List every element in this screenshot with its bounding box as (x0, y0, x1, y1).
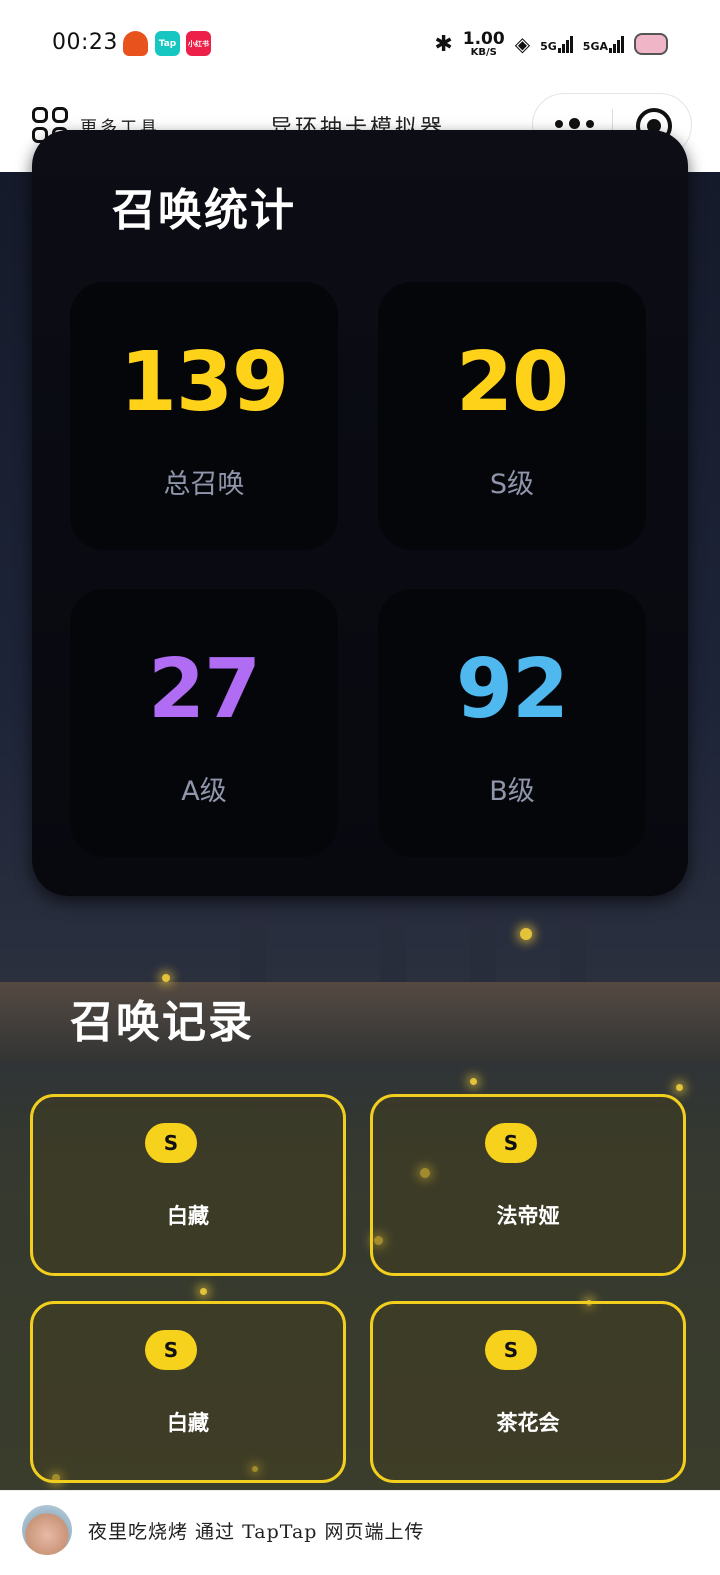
stats-title: 召唤统计 (112, 185, 296, 236)
stat-total: 139 总召唤 (70, 282, 338, 550)
wifi-icon: ◈ (514, 32, 531, 56)
upload-footer: 夜里吃烧烤 通过 TapTap 网页端上传 (0, 1490, 720, 1575)
glow-particle (162, 974, 170, 982)
stat-b-rank: 92 B级 (378, 589, 646, 857)
character-name: 茶花会 (496, 1411, 560, 1435)
net-speed: 1.00 KB/S (462, 28, 505, 58)
battery-icon (634, 33, 668, 55)
system-icons: ✱ 1.00 KB/S ◈ 5G 5GA (434, 28, 668, 60)
status-bar: 00:23 Tap 小红书 ✱ 1.00 KB/S ◈ 5G 5GA (0, 0, 720, 90)
stat-a-label: A级 (181, 776, 227, 807)
stat-s-label: S级 (489, 469, 535, 500)
stat-b-value: 92 (455, 642, 569, 737)
glow-particle (676, 1084, 683, 1091)
glow-particle (200, 1288, 207, 1295)
glow-particle (520, 928, 532, 940)
status-time: 00:23 (52, 30, 118, 55)
xiaohongshu-notification-icon: 小红书 (186, 31, 211, 56)
uploader-text: 夜里吃烧烤 通过 TapTap 网页端上传 (88, 1521, 425, 1543)
stat-total-label: 总召唤 (163, 469, 245, 500)
records-title: 召唤记录 (70, 997, 254, 1048)
record-card[interactable]: S 法帝娅 (370, 1094, 686, 1276)
avatar[interactable] (22, 1505, 72, 1555)
stat-b-label: B级 (489, 776, 535, 807)
record-card[interactable]: S 白藏 (30, 1301, 346, 1483)
app-notification-icon (123, 31, 148, 56)
net-speed-value: 1.00 (462, 28, 505, 49)
net-speed-unit: KB/S (470, 46, 497, 58)
signal-icon-2: 5GA (582, 35, 624, 53)
stat-s-rank: 20 S级 (378, 282, 646, 550)
rank-badge: S (145, 1123, 197, 1163)
character-name: 法帝娅 (496, 1204, 560, 1228)
rank-badge: S (485, 1330, 537, 1370)
stat-a-rank: 27 A级 (70, 589, 338, 857)
bluetooth-icon: ✱ (434, 31, 453, 57)
signal-icon: 5G (540, 35, 573, 53)
stat-total-value: 139 (119, 335, 289, 430)
taptap-notification-icon: Tap (155, 31, 180, 56)
record-card[interactable]: S 白藏 (30, 1094, 346, 1276)
rank-badge: S (485, 1123, 537, 1163)
glow-particle (470, 1078, 477, 1085)
rank-badge: S (145, 1330, 197, 1370)
signal-label-2: 5GA (582, 39, 608, 53)
stat-a-value: 27 (147, 642, 261, 737)
character-name: 白藏 (167, 1411, 209, 1435)
stat-s-value: 20 (455, 335, 569, 430)
signal-label-1: 5G (540, 39, 557, 53)
record-card[interactable]: S 茶花会 (370, 1301, 686, 1483)
character-name: 白藏 (167, 1204, 209, 1228)
